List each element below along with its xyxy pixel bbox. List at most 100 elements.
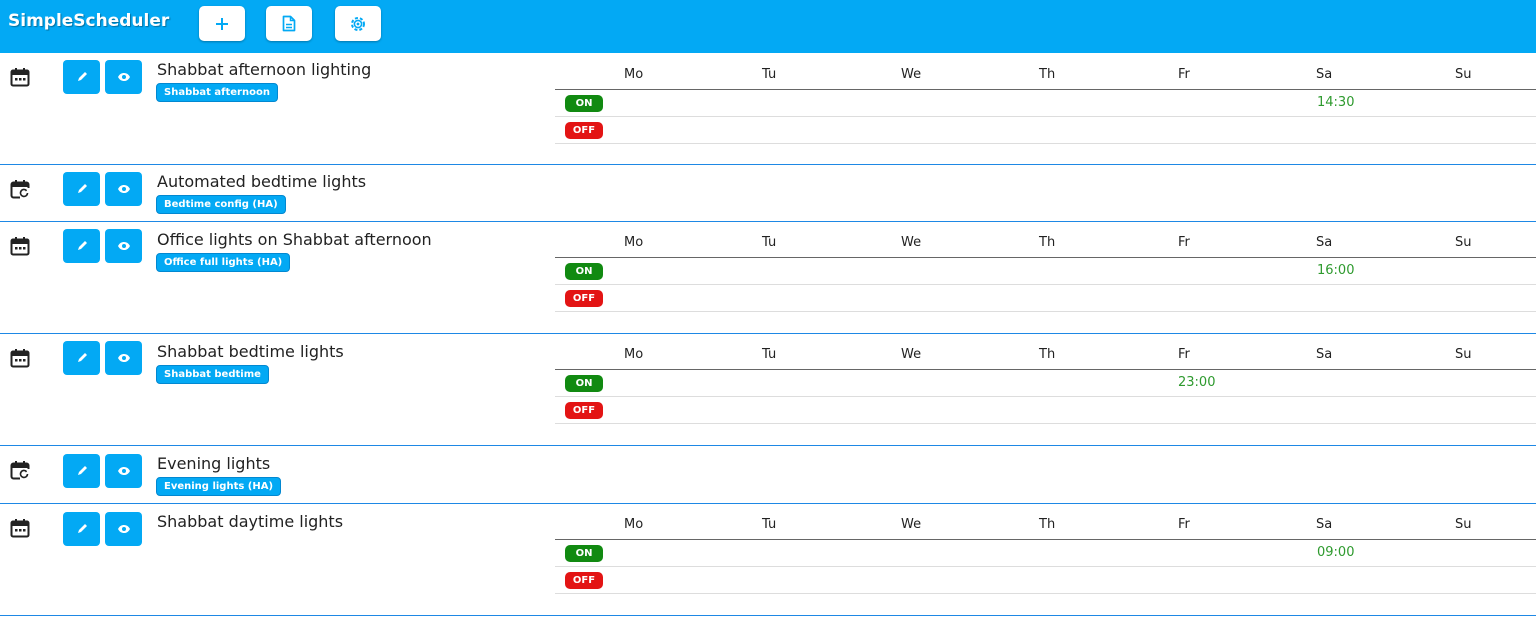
- calendar-icon: [10, 67, 30, 87]
- entity-tag[interactable]: Office full lights (HA): [156, 253, 291, 272]
- schedule-name: Automated bedtime lights: [157, 172, 367, 191]
- on-badge: ON: [565, 545, 603, 562]
- week-header: Mo Tu We Th Fr Sa Su: [555, 224, 1536, 258]
- week-header: Mo Tu We Th Fr Sa Su: [555, 336, 1536, 370]
- day-we: We: [901, 517, 922, 532]
- day-su: Su: [1455, 347, 1472, 362]
- calendar-icon: [10, 236, 30, 256]
- day-fr: Fr: [1178, 235, 1190, 250]
- schedule-row: Shabbat bedtime lights Shabbat bedtime M…: [0, 334, 1536, 446]
- day-th: Th: [1039, 347, 1056, 362]
- view-button[interactable]: [105, 229, 142, 263]
- view-button[interactable]: [105, 454, 142, 488]
- pencil-icon: [77, 184, 87, 193]
- pencil-icon: [77, 241, 87, 250]
- edit-button[interactable]: [63, 172, 100, 206]
- day-th: Th: [1039, 517, 1056, 532]
- on-line: ON 14:30: [555, 90, 1536, 117]
- calendar-icon: [10, 518, 30, 538]
- day-tu: Tu: [762, 517, 777, 532]
- file-button[interactable]: [266, 6, 312, 41]
- on-time: 09:00: [1317, 545, 1355, 560]
- day-fr: Fr: [1178, 67, 1190, 82]
- day-mo: Mo: [624, 67, 644, 82]
- pencil-icon: [77, 524, 87, 533]
- day-mo: Mo: [624, 347, 644, 362]
- schedule-row: Evening lights Evening lights (HA): [0, 446, 1536, 504]
- schedule-name: Shabbat bedtime lights: [157, 342, 344, 361]
- on-line: ON 16:00: [555, 258, 1536, 285]
- eye-icon: [117, 73, 130, 81]
- plus-icon: [216, 17, 228, 30]
- pencil-icon: [77, 353, 87, 362]
- schedule-name: Office lights on Shabbat afternoon: [157, 230, 432, 249]
- schedule-row: Automated bedtime lights Bedtime config …: [0, 165, 1536, 222]
- on-badge: ON: [565, 375, 603, 392]
- edit-button[interactable]: [63, 229, 100, 263]
- day-sa: Sa: [1316, 67, 1333, 82]
- day-th: Th: [1039, 67, 1056, 82]
- eye-icon: [117, 242, 130, 250]
- day-fr: Fr: [1178, 517, 1190, 532]
- day-tu: Tu: [762, 235, 777, 250]
- app-title: SimpleScheduler: [8, 11, 170, 31]
- day-tu: Tu: [762, 67, 777, 82]
- eye-icon: [117, 185, 130, 193]
- app-header: SimpleScheduler: [0, 0, 1536, 53]
- view-button[interactable]: [105, 512, 142, 546]
- on-line: ON 09:00: [555, 540, 1536, 567]
- day-mo: Mo: [624, 517, 644, 532]
- view-button[interactable]: [105, 341, 142, 375]
- pencil-icon: [77, 72, 87, 81]
- schedule-row: Office lights on Shabbat afternoon Offic…: [0, 222, 1536, 334]
- entity-tag[interactable]: Evening lights (HA): [156, 477, 282, 496]
- day-we: We: [901, 347, 922, 362]
- week-header: Mo Tu We Th Fr Sa Su: [555, 506, 1536, 540]
- eye-icon: [117, 354, 130, 362]
- calendar-icon: [10, 348, 30, 368]
- schedule-name: Shabbat daytime lights: [157, 512, 344, 531]
- view-button[interactable]: [105, 60, 142, 94]
- add-schedule-button[interactable]: [199, 6, 245, 41]
- on-badge: ON: [565, 95, 603, 112]
- on-time: 23:00: [1178, 375, 1216, 390]
- day-su: Su: [1455, 517, 1472, 532]
- entity-tag[interactable]: Shabbat bedtime: [156, 365, 269, 384]
- day-we: We: [901, 67, 922, 82]
- day-su: Su: [1455, 235, 1472, 250]
- settings-button[interactable]: [335, 6, 381, 41]
- off-badge: OFF: [565, 122, 603, 139]
- edit-button[interactable]: [63, 454, 100, 488]
- entity-tag[interactable]: Bedtime config (HA): [156, 195, 286, 214]
- file-icon: [282, 15, 296, 32]
- eye-icon: [117, 525, 130, 533]
- day-tu: Tu: [762, 347, 777, 362]
- entity-tag[interactable]: Shabbat afternoon: [156, 83, 278, 102]
- day-mo: Mo: [624, 235, 644, 250]
- day-sa: Sa: [1316, 517, 1333, 532]
- day-su: Su: [1455, 67, 1472, 82]
- day-sa: Sa: [1316, 235, 1333, 250]
- edit-button[interactable]: [63, 60, 100, 94]
- gear-icon: [351, 16, 365, 31]
- on-time: 14:30: [1317, 95, 1355, 110]
- eye-icon: [117, 467, 130, 475]
- edit-button[interactable]: [63, 341, 100, 375]
- view-button[interactable]: [105, 172, 142, 206]
- off-badge: OFF: [565, 402, 603, 419]
- on-line: ON 23:00: [555, 370, 1536, 397]
- off-badge: OFF: [565, 290, 603, 307]
- day-sa: Sa: [1316, 347, 1333, 362]
- day-fr: Fr: [1178, 347, 1190, 362]
- day-th: Th: [1039, 235, 1056, 250]
- on-time: 16:00: [1317, 263, 1355, 278]
- calendar-sync-icon: [10, 179, 30, 199]
- pencil-icon: [77, 466, 87, 475]
- off-badge: OFF: [565, 572, 603, 589]
- edit-button[interactable]: [63, 512, 100, 546]
- off-line: OFF: [555, 397, 1536, 424]
- schedule-row: Shabbat afternoon lighting Shabbat after…: [0, 53, 1536, 165]
- week-header: Mo Tu We Th Fr Sa Su: [555, 56, 1536, 90]
- off-line: OFF: [555, 117, 1536, 144]
- off-line: OFF: [555, 285, 1536, 312]
